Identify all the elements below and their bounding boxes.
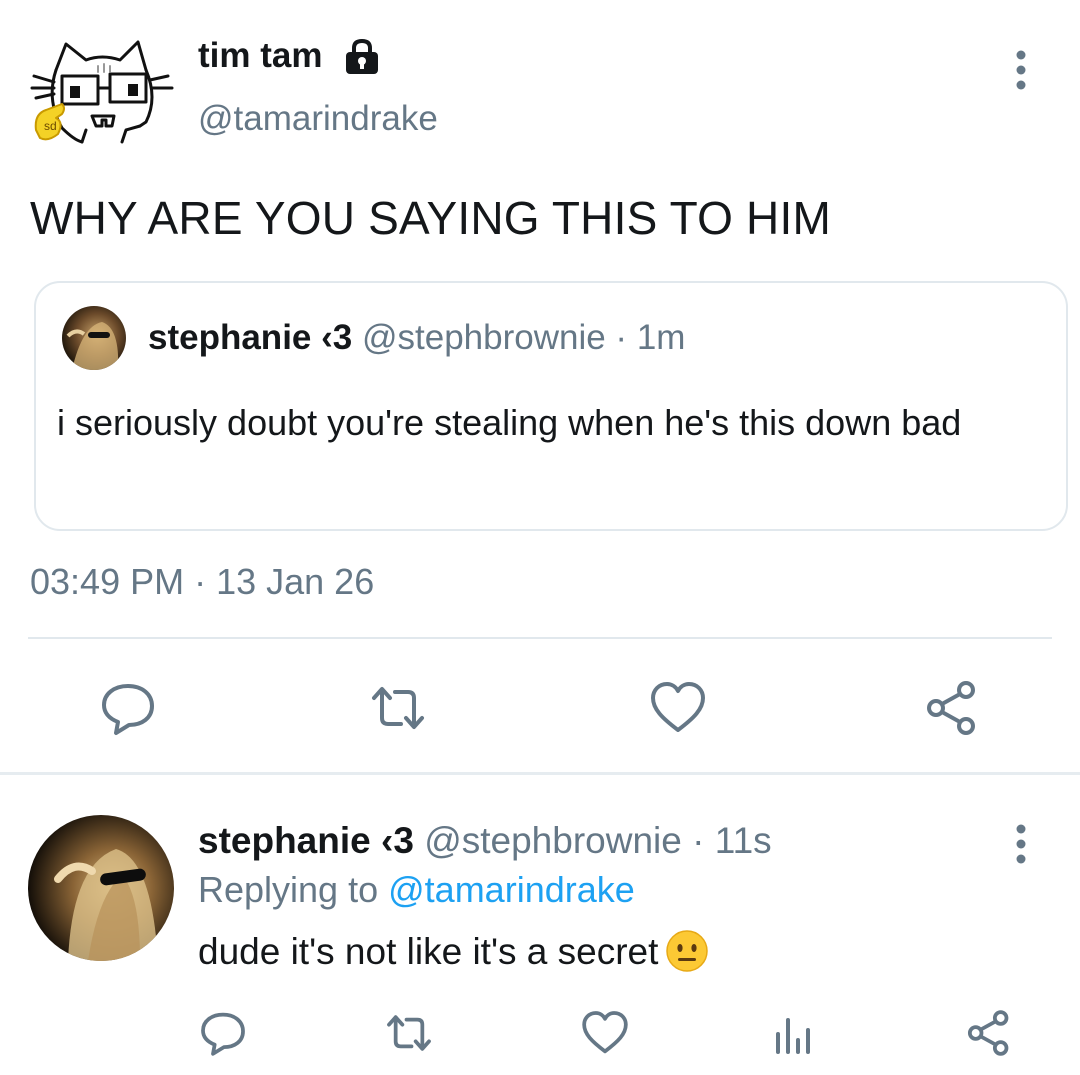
reply-tweet-text: dude it's not like it's a secret (198, 930, 709, 973)
reply-handle[interactable]: @stephbrownie (424, 820, 682, 861)
retweet-icon[interactable] (368, 678, 428, 738)
quoted-avatar[interactable] (62, 306, 126, 370)
reply-display-name[interactable]: stephanie ‹3 (198, 820, 414, 861)
like-icon[interactable] (648, 678, 708, 738)
main-handle[interactable]: @tamarindrake (198, 99, 438, 139)
main-tweet-text: WHY ARE YOU SAYING THIS TO HIM (30, 192, 831, 244)
quoted-tweet-text: i seriously doubt you're stealing when h… (57, 402, 962, 443)
reply-text-content: dude it's not like it's a secret (198, 931, 659, 972)
reply-header: stephanie ‹3 @stephbrownie · 11s (198, 820, 772, 862)
reply-avatar[interactable] (28, 815, 174, 961)
reply-time: 11s (714, 820, 772, 861)
more-vertical-icon[interactable] (1004, 48, 1038, 92)
neutral-face-emoji-icon (666, 930, 709, 972)
replying-to-line: Replying to @tamarindrake (198, 869, 635, 911)
share-icon[interactable] (922, 678, 982, 738)
like-icon[interactable] (580, 1008, 630, 1058)
replying-to-link[interactable]: @tamarindrake (388, 869, 635, 910)
quoted-separator: · (615, 318, 628, 357)
quoted-handle[interactable]: @stephbrownie (362, 318, 606, 357)
tweet-timestamp[interactable]: 03:49 PM · 13 Jan 26 (30, 561, 374, 603)
lock-icon (342, 37, 382, 77)
retweet-icon[interactable] (384, 1008, 434, 1058)
divider (28, 637, 1052, 639)
reply-separator: · (692, 820, 705, 861)
views-icon[interactable] (770, 1008, 820, 1058)
quoted-display-name[interactable]: stephanie ‹3 (148, 318, 352, 357)
more-vertical-icon[interactable] (1004, 822, 1038, 866)
reply-icon[interactable] (198, 1008, 248, 1058)
svg-text:sd: sd (44, 119, 57, 133)
quoted-tweet-header: stephanie ‹3 @stephbrownie · 1m (148, 318, 685, 358)
share-icon[interactable] (964, 1008, 1014, 1058)
main-avatar[interactable]: sd (22, 30, 182, 155)
replying-to-label: Replying to (198, 869, 379, 910)
section-divider (0, 772, 1080, 775)
quoted-time: 1m (636, 318, 686, 357)
reply-icon[interactable] (98, 678, 158, 738)
main-display-name[interactable]: tim tam (198, 36, 322, 76)
